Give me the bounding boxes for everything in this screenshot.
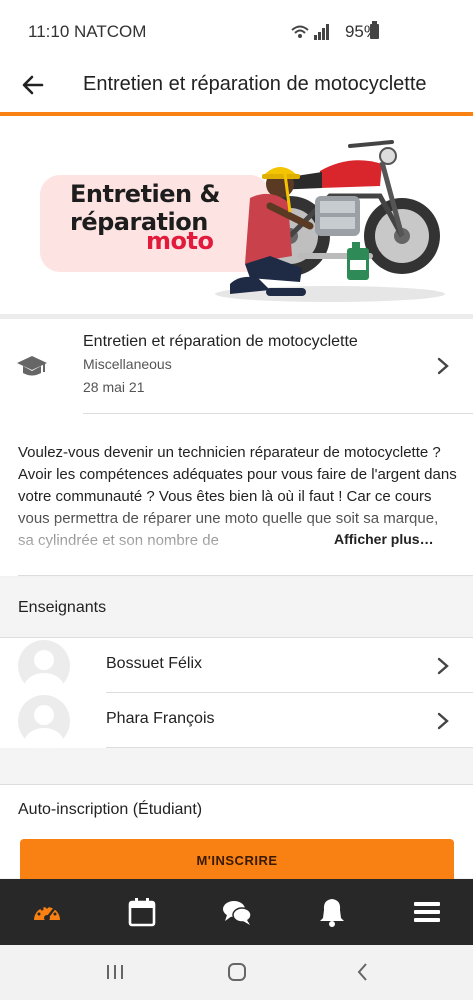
avatar [18,695,70,747]
back-arrow-icon[interactable] [18,70,48,100]
chevron-right-icon [437,357,449,375]
enrol-button[interactable]: M'INSCRIRE [20,839,454,883]
avatar [18,640,70,692]
notifications-bell-icon[interactable] [316,896,348,928]
app-bar: Entretien et réparation de motocyclette [0,62,473,112]
bottom-tab-bar [0,879,473,945]
recent-apps-icon[interactable] [104,961,126,983]
course-info-row[interactable]: Entretien et réparation de motocyclette … [0,319,473,414]
course-date: 28 mai 21 [83,379,145,395]
course-name: Entretien et réparation de motocyclette [83,333,358,350]
wifi-signal-icon [291,24,329,40]
back-icon[interactable] [352,961,374,983]
dashboard-icon[interactable] [31,896,63,928]
teacher-name: Phara François [106,710,215,727]
banner-title-line3: moto [146,227,214,255]
self-enrolment-section: Auto-inscription (Étudiant) M'INSCRIRE [0,784,473,883]
course-category: Miscellaneous [83,356,172,372]
mechanic-motorcycle-illustration [215,140,445,302]
banner-title-line1: Entretien & [70,180,220,208]
battery-icon [370,21,379,39]
course-description: Voulez-vous devenir un technicien répara… [0,414,473,576]
teacher-name: Bossuet Félix [106,655,203,672]
system-navigation-bar [0,945,473,1000]
home-icon[interactable] [226,961,248,983]
teachers-section-header: Enseignants [0,577,473,637]
chevron-right-icon [437,657,449,675]
teacher-row[interactable]: Phara François [0,693,473,748]
calendar-icon[interactable] [126,896,158,928]
status-bar: 11:10 NATCOM 95% [0,0,473,62]
status-time: 11:10 NATCOM [28,22,147,41]
teacher-row[interactable]: Bossuet Félix [0,638,473,693]
show-more-link[interactable]: Afficher plus… [318,528,434,550]
menu-icon[interactable] [411,896,443,928]
page-title: Entretien et réparation de motocyclette [83,73,427,95]
section-spacer [0,748,473,784]
row-divider [18,575,473,576]
messages-icon[interactable] [221,896,253,928]
course-banner-image: Entretien & réparation moto [0,116,473,314]
graduation-cap-icon [17,356,47,376]
enrolment-label: Auto-inscription (Étudiant) [18,801,203,818]
teachers-heading: Enseignants [18,599,107,616]
chevron-right-icon [437,712,449,730]
